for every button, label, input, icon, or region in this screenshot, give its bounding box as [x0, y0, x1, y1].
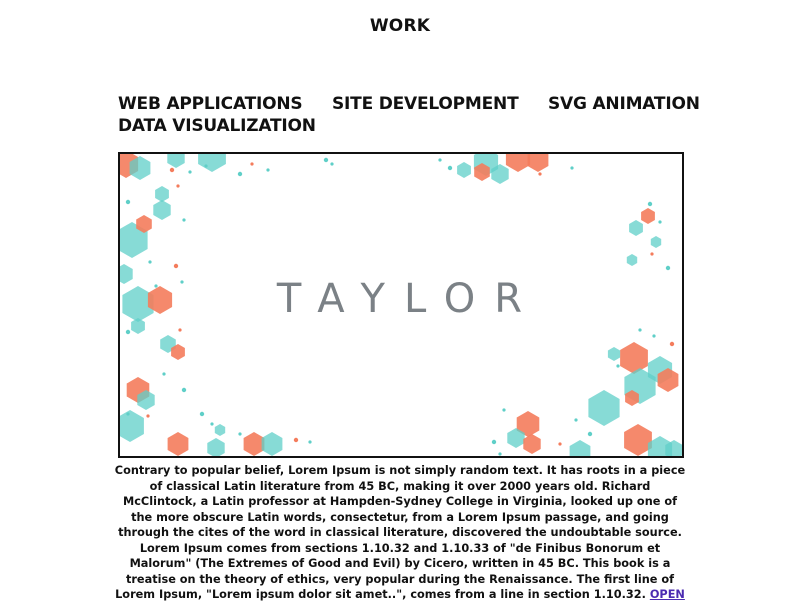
- hexagon-shape: [624, 424, 652, 456]
- scatter-dot: [558, 442, 562, 446]
- hexagon-shape: [207, 438, 225, 456]
- hexagon-shape: [120, 410, 144, 442]
- hexagon-shape: [505, 154, 531, 172]
- hexagon-shape: [569, 440, 591, 456]
- nav-web-applications[interactable]: WEB APPLICATIONS: [118, 94, 303, 114]
- scatter-dot: [125, 329, 131, 335]
- project-description: Contrary to popular belief, Lorem Ipsum …: [112, 463, 688, 602]
- project-description-text: Contrary to popular belief, Lorem Ipsum …: [114, 464, 686, 601]
- scatter-dot: [188, 170, 192, 174]
- scatter-dot: [210, 422, 214, 426]
- scatter-dot: [178, 328, 182, 332]
- hexagon-shape: [641, 208, 655, 224]
- scatter-dot: [669, 341, 675, 347]
- scatter-dot: [125, 199, 131, 205]
- hexagon-shape: [261, 432, 283, 456]
- scatter-dot: [638, 328, 642, 332]
- scatter-dot: [570, 166, 574, 170]
- scatter-dot: [447, 165, 453, 171]
- scatter-dot: [616, 364, 620, 368]
- page-title: WORK: [369, 16, 431, 36]
- scatter-dot: [308, 440, 312, 444]
- scatter-dot: [293, 437, 299, 443]
- nav-svg-animation[interactable]: SVG ANIMATION: [548, 94, 700, 114]
- scatter-dot: [647, 201, 653, 207]
- scatter-dot: [238, 432, 242, 436]
- scatter-dot: [146, 414, 150, 418]
- scatter-dot: [587, 431, 593, 437]
- scatter-dot: [176, 184, 180, 188]
- scatter-dot: [126, 412, 130, 416]
- hexagon-shape: [457, 162, 471, 178]
- nav-data-visualization[interactable]: DATA VISUALIZATION: [118, 116, 316, 136]
- scatter-dot: [491, 439, 497, 445]
- hexagon-shape: [167, 432, 189, 456]
- scatter-dot: [237, 171, 243, 177]
- work-category-nav: WEB APPLICATIONS SITE DEVELOPMENT SVG AN…: [118, 94, 700, 142]
- hexagon-shape: [650, 236, 662, 248]
- scatter-dot: [169, 167, 175, 173]
- scatter-dot: [330, 162, 334, 166]
- scatter-dot: [652, 334, 656, 338]
- scatter-dot: [148, 260, 152, 264]
- scatter-dot: [650, 252, 654, 256]
- scatter-dot: [665, 265, 671, 271]
- scatter-dot: [204, 164, 208, 168]
- hexagon-shape: [167, 154, 185, 168]
- hexagon-shape: [214, 424, 226, 436]
- hexagon-shape: [620, 342, 648, 374]
- project-preview-image[interactable]: TAYLOR: [118, 152, 684, 458]
- scatter-dot: [199, 411, 205, 417]
- scatter-dot: [250, 162, 254, 166]
- scatter-dot: [181, 387, 187, 393]
- hexagon-shape: [153, 200, 171, 220]
- project-logo-text: TAYLOR: [276, 276, 542, 322]
- hexagon-shape: [243, 432, 265, 456]
- nav-site-development[interactable]: SITE DEVELOPMENT: [332, 94, 519, 114]
- scatter-dot: [502, 408, 506, 412]
- hexagon-shape: [607, 347, 621, 361]
- scatter-dot: [658, 220, 662, 224]
- hexagon-shape: [198, 154, 226, 172]
- scatter-dot: [266, 168, 270, 172]
- hexagon-shape: [629, 220, 643, 236]
- hexagon-shape: [626, 254, 638, 266]
- scatter-dot: [162, 372, 166, 376]
- scatter-dot: [538, 172, 542, 176]
- scatter-dot: [173, 263, 179, 269]
- scatter-dot: [182, 218, 186, 222]
- hexagon-shape: [588, 390, 620, 426]
- scatter-dot: [498, 452, 502, 456]
- scatter-dot: [438, 158, 442, 162]
- hexagon-shape: [523, 434, 541, 454]
- hexagon-shape: [155, 186, 169, 202]
- hexagon-shape: [527, 154, 549, 172]
- scatter-dot: [574, 418, 578, 422]
- scatter-dot: [323, 157, 329, 163]
